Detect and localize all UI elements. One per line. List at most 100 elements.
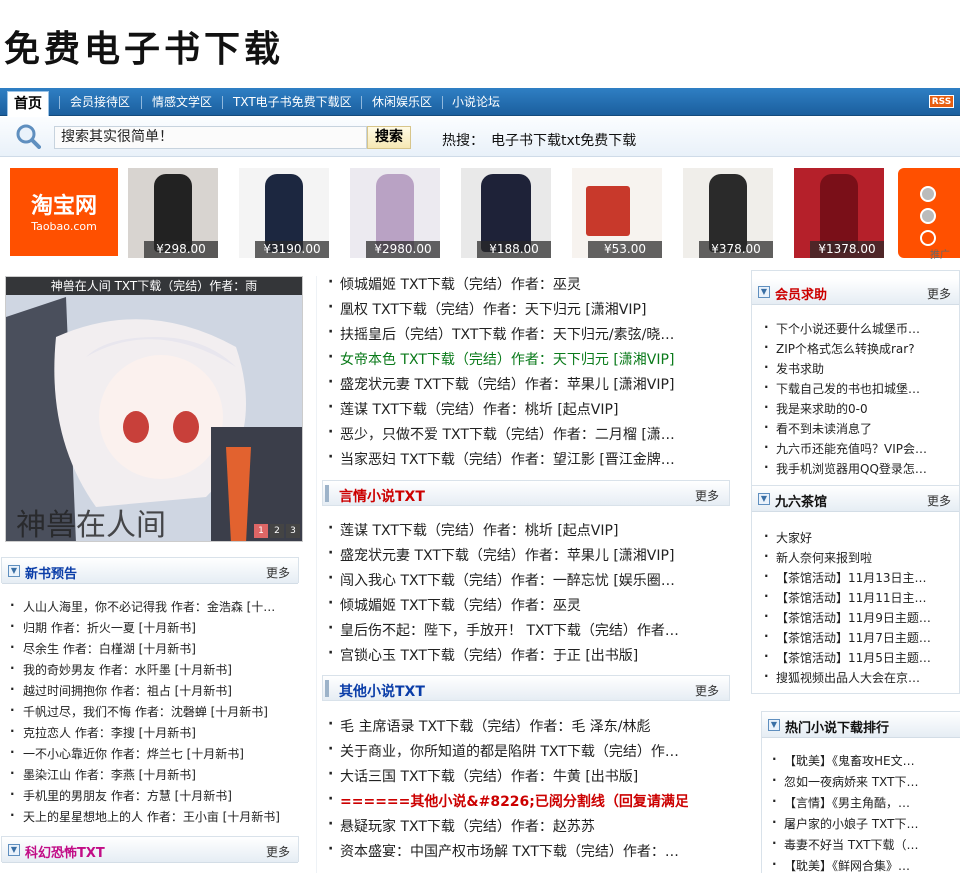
list-item[interactable]: 新人奈何来报到啦 bbox=[764, 549, 934, 566]
slide-dot-1[interactable]: 1 bbox=[254, 524, 268, 538]
list-item[interactable]: 千帆过尽，我们不悔 作者：沈磬蝉 [十月新书] bbox=[10, 703, 300, 720]
list-item[interactable]: 尽余生 作者：白槿湖 [十月新书] bbox=[10, 640, 300, 657]
list-item[interactable]: 忽如一夜病娇来 TXT下… bbox=[772, 773, 950, 790]
list-item[interactable]: 倾城媚姬 TXT下载（完结）作者：巫灵 bbox=[328, 274, 688, 294]
slide-dot-3[interactable]: 3 bbox=[286, 524, 300, 538]
list-item[interactable]: 莲谋 TXT下载（完结）作者：桃圻 [起点VIP] bbox=[328, 399, 688, 419]
list-item[interactable]: 【耽美】《鲜网合集》… bbox=[772, 857, 950, 874]
nav-item-emotion[interactable]: 情感文学区 bbox=[152, 88, 212, 116]
nav-item-member[interactable]: 会员接待区 bbox=[70, 88, 130, 116]
teahouse-more[interactable]: 更多 bbox=[927, 492, 951, 509]
list-item[interactable]: 当家恶妇 TXT下载（完结）作者：望江影 [晋江金牌… bbox=[328, 449, 688, 469]
list-item[interactable]: 越过时间拥抱你 作者：祖占 [十月新书] bbox=[10, 682, 300, 699]
nav-home-tab[interactable]: 首页 bbox=[7, 91, 49, 116]
list-item[interactable]: 【茶馆活动】11月7日主题… bbox=[764, 629, 934, 646]
list-item[interactable]: 莲谋 TXT下载（完结）作者：桃圻 [起点VIP] bbox=[328, 520, 688, 540]
list-item[interactable]: 恶少，只做不爱 TXT下载（完结）作者：二月榴 [潇… bbox=[328, 424, 688, 444]
list-item[interactable]: 毛 主席语录 TXT下载（完结）作者：毛 泽东/林彪 bbox=[328, 716, 688, 736]
rss-button[interactable]: RSS bbox=[929, 95, 954, 108]
hot-ranking-title[interactable]: 热门小说下载排行 bbox=[785, 717, 889, 736]
list-item[interactable]: 关于商业，你所知道的都是陷阱 TXT下载（完结）作者… bbox=[328, 741, 688, 761]
list-item[interactable]: 凰权 TXT下载（完结）作者：天下归元 [潇湘VIP] bbox=[328, 299, 688, 319]
ad-product[interactable]: ¥53.00 bbox=[572, 168, 662, 258]
list-item[interactable]: 闯入我心 TXT下载（完结）作者：一醉忘忧 [娱乐圈，… bbox=[328, 570, 688, 590]
list-item[interactable]: 墨染江山 作者：李燕 [十月新书] bbox=[10, 766, 300, 783]
list-item[interactable]: 悬疑玩家 TXT下载（完结）作者：赵苏苏 bbox=[328, 816, 688, 836]
ad-product[interactable]: ¥298.00 bbox=[128, 168, 218, 258]
other-title[interactable]: 其他小说TXT bbox=[339, 681, 425, 701]
list-item[interactable]: 【耽美】《鬼畜攻HE文… bbox=[772, 752, 950, 769]
taobao-logo[interactable]: 淘宝网 Taobao.com bbox=[10, 168, 118, 256]
nav-item-forum[interactable]: 小说论坛 bbox=[452, 88, 500, 116]
slide-dot-2[interactable]: 2 bbox=[270, 524, 284, 538]
list-item[interactable]: ======其他小说&#8226;已阅分割线（回复请满足四 bbox=[328, 791, 688, 811]
ad-product[interactable]: ¥2980.00 bbox=[350, 168, 440, 258]
list-item[interactable]: 我是来求助的0-0 bbox=[764, 400, 934, 417]
list-item[interactable]: 扶摇皇后（完结）TXT下载 作者：天下归元/素弦/晓… bbox=[328, 324, 688, 344]
site-logo[interactable]: 免费电子书下载 bbox=[4, 26, 284, 72]
list-item[interactable]: 大话三国 TXT下载（完结）作者：牛黄 [出书版] bbox=[328, 766, 688, 786]
scifi-more[interactable]: 更多 bbox=[266, 843, 290, 860]
list-item[interactable]: 毒妻不好当 TXT下载（… bbox=[772, 836, 950, 853]
list-item[interactable]: 一不小心靠近你 作者：烨兰七 [十月新书] bbox=[10, 745, 300, 762]
ad-product[interactable]: ¥3190.00 bbox=[239, 168, 329, 258]
list-item[interactable]: 【茶馆活动】11月13日主… bbox=[764, 569, 934, 586]
scifi-title[interactable]: 科幻恐怖TXT bbox=[25, 842, 105, 861]
list-item[interactable]: 盛宠状元妻 TXT下载（完结）作者：苹果儿 [潇湘VIP] bbox=[328, 374, 688, 394]
list-item[interactable]: 资本盛宴：中国产权市场解 TXT下载（完结）作者：熊焰 bbox=[328, 841, 688, 861]
other-more[interactable]: 更多 bbox=[695, 682, 719, 699]
ad-product[interactable]: ¥1378.00 bbox=[794, 168, 884, 258]
list-item[interactable]: 九六币还能充值吗？VIP会… bbox=[764, 440, 934, 457]
search-button[interactable]: 搜索 bbox=[367, 126, 411, 149]
hot-search-label: 热搜： bbox=[442, 133, 484, 149]
list-item[interactable]: 下载自己发的书也扣城堡… bbox=[764, 380, 934, 397]
list-item[interactable]: 【茶馆活动】11月5日主题… bbox=[764, 649, 934, 666]
list-item[interactable]: 天上的星星想地上的人 作者：王小亩 [十月新书] bbox=[10, 808, 300, 825]
list-item[interactable]: 大家好 bbox=[764, 529, 934, 546]
search-input[interactable]: 搜索其实很简单！ bbox=[54, 126, 367, 149]
list-item[interactable]: 宫锁心玉 TXT下载（完结）作者：于正 [出书版] bbox=[328, 645, 688, 665]
list-item[interactable]: 看不到未读消息了 bbox=[764, 420, 934, 437]
list-item[interactable]: 下个小说还要什么城堡币… bbox=[764, 320, 934, 337]
list-item[interactable]: 手机里的男朋友 作者：方慧 [十月新书] bbox=[10, 787, 300, 804]
list-item[interactable]: 我的奇妙男友 作者：水阡墨 [十月新书] bbox=[10, 661, 300, 678]
list-item[interactable]: 倾城媚姬 TXT下载（完结）作者：巫灵 bbox=[328, 595, 688, 615]
new-books-title[interactable]: 新书预告 bbox=[25, 563, 77, 582]
list-item[interactable]: ZIP个格式怎么转换成rar? bbox=[764, 340, 934, 357]
ad-product[interactable]: ¥378.00 bbox=[683, 168, 773, 258]
list-item[interactable]: 皇后伤不起：陛下，手放开！ TXT下载（完结）作者：… bbox=[328, 620, 688, 640]
ad-price: ¥2980.00 bbox=[366, 241, 440, 258]
scifi-header: ▼ 科幻恐怖TXT 更多 bbox=[2, 837, 298, 863]
member-help-more[interactable]: 更多 bbox=[927, 285, 951, 302]
list-item[interactable]: 【言情】《男主角酷，… bbox=[772, 794, 950, 811]
ad-product[interactable]: ¥188.00 bbox=[461, 168, 551, 258]
hot-search-link[interactable]: 电子书下载txt免费下载 bbox=[491, 130, 636, 150]
member-help-title[interactable]: 会员求助 bbox=[775, 284, 827, 303]
list-item[interactable]: 发书求助 bbox=[764, 360, 934, 377]
list-item[interactable]: 盛宠状元妻 TXT下载（完结）作者：苹果儿 [潇湘VIP] bbox=[328, 545, 688, 565]
list-item[interactable]: 搜狐视频出品人大会在京… bbox=[764, 669, 934, 686]
list-item[interactable]: 归期 作者：折火一夏 [十月新书] bbox=[10, 619, 300, 636]
section-marker bbox=[325, 485, 329, 502]
taobao-app-ad[interactable] bbox=[898, 168, 960, 258]
list-item[interactable]: 人山人海里，你不必记得我 作者：金浩森 [十… bbox=[10, 598, 300, 615]
romance-more[interactable]: 更多 bbox=[695, 487, 719, 504]
ad-price: ¥1378.00 bbox=[810, 241, 884, 258]
nav-item-txt[interactable]: TXT电子书免费下载区 bbox=[233, 88, 352, 116]
new-books-more[interactable]: 更多 bbox=[266, 564, 290, 581]
ad-strip: 淘宝网 Taobao.com ¥298.00 ¥3190.00 ¥2980.00… bbox=[0, 158, 960, 270]
nav-item-leisure[interactable]: 休闲娱乐区 bbox=[372, 88, 432, 116]
nav-divider bbox=[222, 96, 223, 109]
list-item[interactable]: 女帝本色 TXT下载（完结）作者：天下归元 [潇湘VIP] bbox=[328, 349, 688, 369]
list-item[interactable]: 【茶馆活动】11月11日主… bbox=[764, 589, 934, 606]
featured-caption[interactable]: 神兽在人间 TXT下载（完结）作者：雨 bbox=[6, 277, 302, 295]
list-item[interactable]: 【茶馆活动】11月9日主题… bbox=[764, 609, 934, 626]
ad-price: ¥188.00 bbox=[477, 241, 551, 258]
list-item[interactable]: 克拉恋人 作者：李搜 [十月新书] bbox=[10, 724, 300, 741]
featured-slideshow[interactable]: 神兽在人间 神兽在人间 TXT下载（完结）作者：雨 123 bbox=[5, 276, 303, 542]
list-item[interactable]: 我手机浏览器用QQ登录怎… bbox=[764, 460, 934, 477]
list-item[interactable]: 屠户家的小娘子 TXT下… bbox=[772, 815, 950, 832]
teahouse-title[interactable]: 九六茶馆 bbox=[775, 491, 827, 510]
romance-title[interactable]: 言情小说TXT bbox=[339, 486, 425, 506]
ad-price: ¥298.00 bbox=[144, 241, 218, 258]
